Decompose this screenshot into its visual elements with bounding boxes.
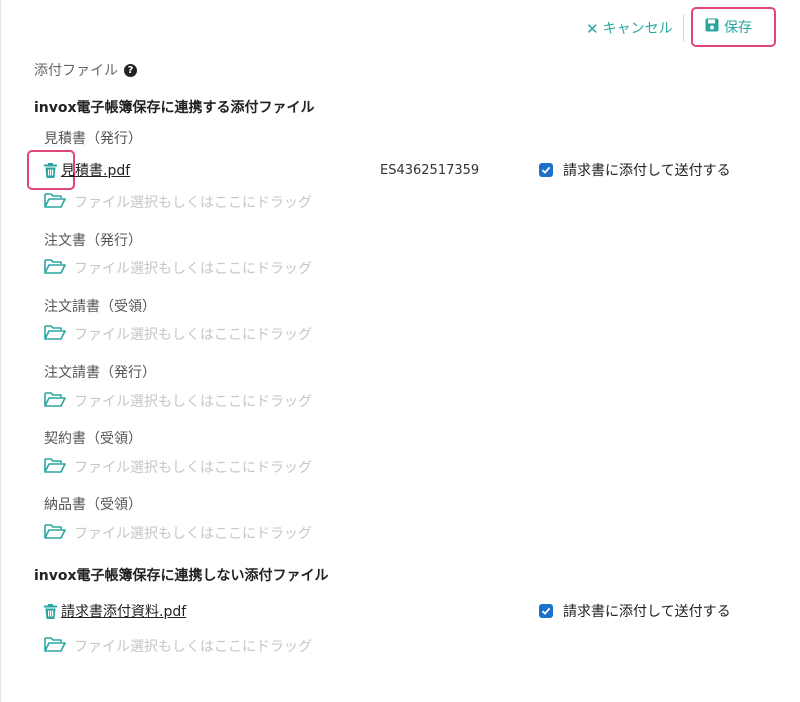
save-button-label: 保存 — [724, 20, 752, 36]
send-with-invoice-checkbox[interactable]: 請求書に添付して送付する — [539, 599, 731, 623]
help-icon[interactable]: ? — [124, 63, 137, 77]
file-dropzone[interactable]: ファイル選択もしくはここにドラッグ — [44, 256, 312, 280]
category-label-chumonuke-juryo: 注文請書（受領） — [44, 299, 156, 315]
category-label-mitsumori-hakko: 見積書（発行） — [44, 131, 142, 147]
dropzone-label: ファイル選択もしくはここにドラッグ — [74, 639, 312, 655]
category-label-chumon-hakko: 注文書（発行） — [44, 233, 142, 249]
attachments-label: 添付ファイル — [34, 63, 118, 79]
file-link[interactable]: 請求書添付資料.pdf — [61, 601, 186, 621]
checkbox-label: 請求書に添付して送付する — [563, 163, 731, 179]
toolbar: ✕ キャンセル 保存 — [0, 0, 800, 58]
attached-file-row: 請求書添付資料.pdf — [44, 599, 186, 623]
dropzone-label: ファイル選択もしくはここにドラッグ — [74, 261, 312, 277]
document-id: ES4362517359 — [380, 162, 480, 178]
trash-icon[interactable] — [44, 603, 57, 619]
category-label-keiyaku-juryo: 契約書（受領） — [44, 431, 142, 447]
folder-open-icon — [44, 324, 66, 344]
checkbox-checked-icon[interactable] — [539, 163, 553, 177]
file-dropzone[interactable]: ファイル選択もしくはここにドラッグ — [44, 521, 312, 545]
unlinked-section-title: invox電子帳簿保存に連携しない添付ファイル — [34, 568, 329, 584]
dropzone-label: ファイル選択もしくはここにドラッグ — [74, 460, 312, 476]
folder-open-icon — [44, 258, 66, 278]
send-with-invoice-checkbox[interactable]: 請求書に添付して送付する — [539, 158, 731, 182]
file-dropzone[interactable]: ファイル選択もしくはここにドラッグ — [44, 389, 312, 413]
panel-left-border — [0, 0, 1, 702]
dropzone-label: ファイル選択もしくはここにドラッグ — [74, 195, 312, 211]
file-link[interactable]: 見積書.pdf — [61, 160, 130, 180]
folder-open-icon — [44, 457, 66, 477]
file-dropzone[interactable]: ファイル選択もしくはここにドラッグ — [44, 190, 312, 214]
file-dropzone[interactable]: ファイル選択もしくはここにドラッグ — [44, 455, 312, 479]
dropzone-label: ファイル選択もしくはここにドラッグ — [74, 327, 312, 343]
folder-open-icon — [44, 391, 66, 411]
folder-open-icon — [44, 636, 66, 656]
checkbox-label: 請求書に添付して送付する — [563, 604, 731, 620]
close-icon: ✕ — [586, 20, 599, 38]
folder-open-icon — [44, 192, 66, 212]
attachments-header: 添付ファイル ? — [34, 58, 137, 82]
category-label-chumonuke-hakko: 注文請書（発行） — [44, 365, 156, 381]
dropzone-label: ファイル選択もしくはここにドラッグ — [74, 526, 312, 542]
linked-section-title: invox電子帳簿保存に連携する添付ファイル — [34, 100, 315, 116]
dropzone-label: ファイル選択もしくはここにドラッグ — [74, 394, 312, 410]
folder-open-icon — [44, 523, 66, 543]
cancel-button-label: キャンセル — [602, 21, 673, 37]
checkbox-checked-icon[interactable] — [539, 604, 553, 618]
save-icon — [705, 18, 719, 36]
category-label-nohin-juryo: 納品書（受領） — [44, 497, 142, 513]
cancel-button[interactable]: ✕ キャンセル — [586, 18, 673, 40]
file-dropzone[interactable]: ファイル選択もしくはここにドラッグ — [44, 322, 312, 346]
toolbar-divider — [683, 14, 684, 42]
file-dropzone[interactable]: ファイル選択もしくはここにドラッグ — [44, 634, 312, 658]
trash-icon[interactable] — [44, 162, 57, 178]
attached-file-row: 見積書.pdf — [44, 158, 130, 182]
save-button[interactable]: 保存 — [691, 7, 776, 47]
